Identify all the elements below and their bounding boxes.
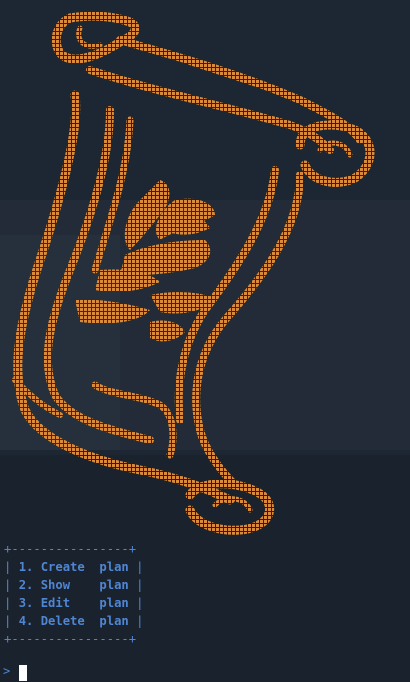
prompt-symbol: >: [3, 664, 11, 678]
menu-border-bottom: +----------------+: [4, 632, 137, 646]
text-cursor[interactable]: [19, 665, 27, 681]
menu-option-edit[interactable]: 3. Edit plan: [19, 596, 129, 610]
terminal-window: +----------------+ | 1. Create plan | | …: [0, 0, 410, 682]
menu-option-delete[interactable]: 4. Delete plan: [19, 614, 129, 628]
menu-option-show[interactable]: 2. Show plan: [19, 578, 129, 592]
menu-border-top: +----------------+: [4, 542, 137, 556]
menu-option-create[interactable]: 1. Create plan: [19, 560, 129, 574]
menu-box: +----------------+ | 1. Create plan | | …: [4, 542, 144, 646]
scroll-icon: [12, 11, 375, 535]
